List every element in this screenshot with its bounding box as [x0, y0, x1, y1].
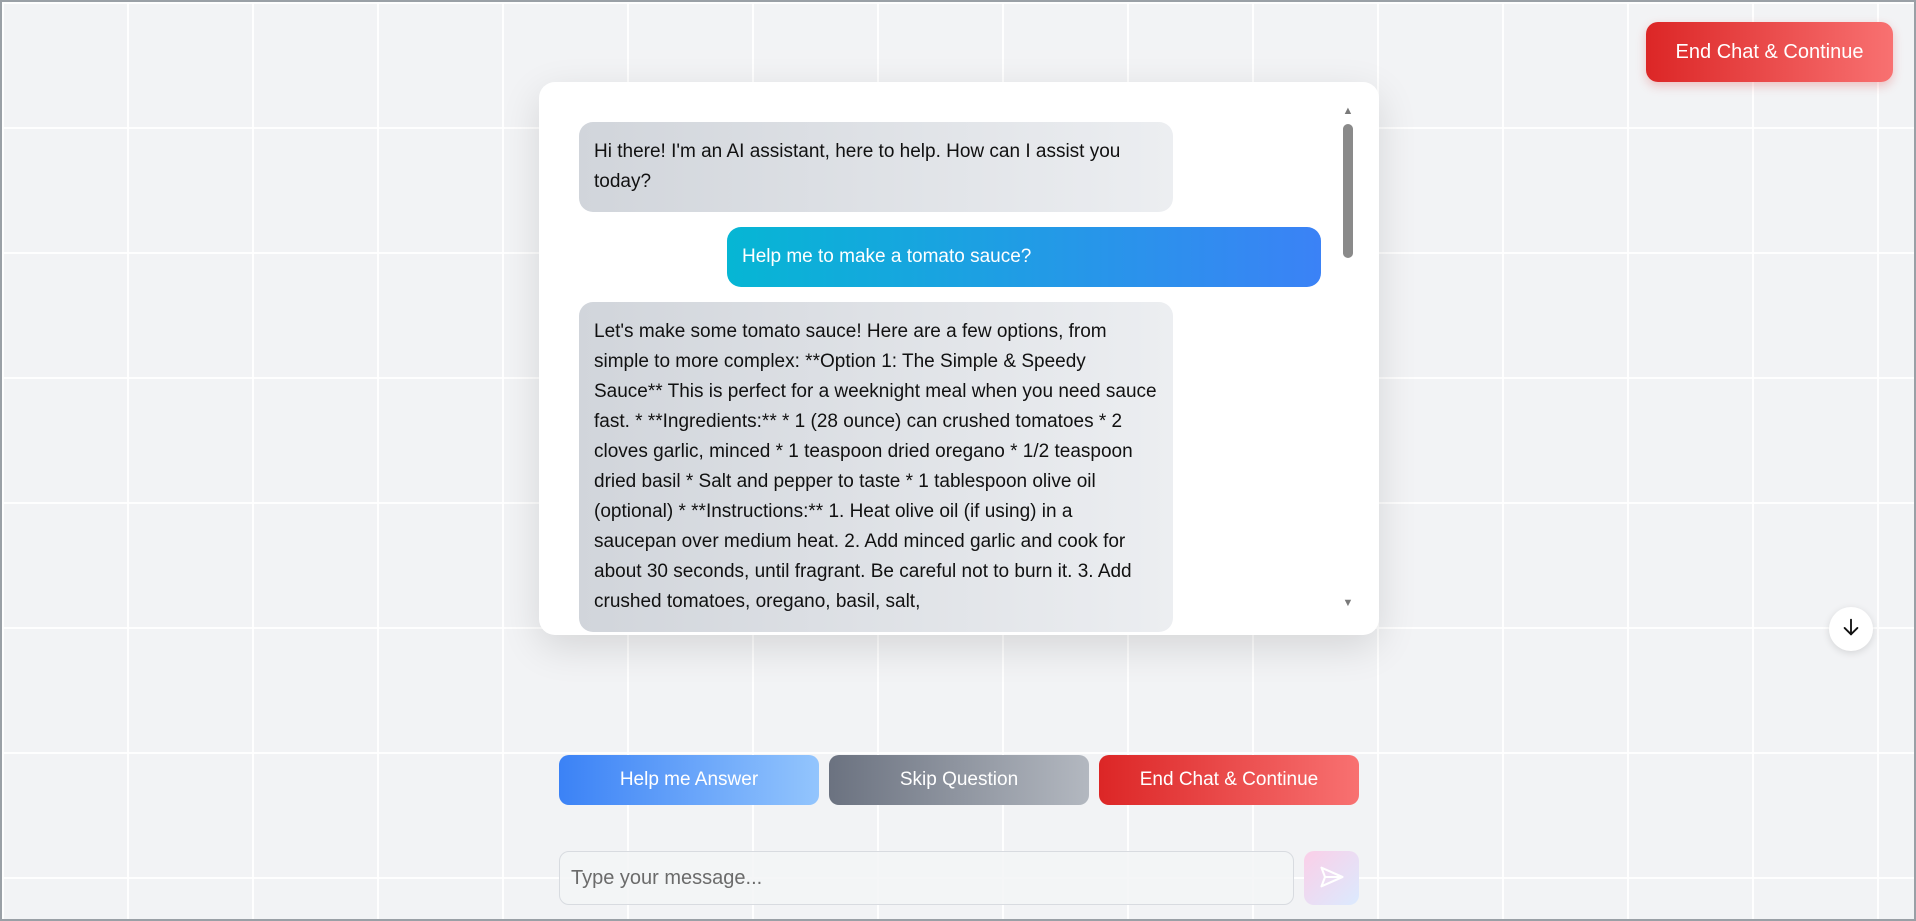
chat-scrollbar[interactable]: ▲ ▼: [1341, 102, 1355, 609]
scrollbar-thumb[interactable]: [1343, 124, 1353, 258]
scroll-to-bottom-button[interactable]: [1829, 607, 1873, 651]
help-me-answer-button[interactable]: Help me Answer: [559, 755, 819, 805]
scroll-down-arrow-icon[interactable]: ▼: [1341, 596, 1355, 610]
assistant-message: Let's make some tomato sauce! Here are a…: [579, 302, 1173, 632]
action-buttons: Help me Answer Skip Question End Chat & …: [559, 755, 1359, 805]
assistant-message: Hi there! I'm an AI assistant, here to h…: [579, 122, 1173, 212]
send-icon: [1318, 863, 1346, 894]
chat-window: Hi there! I'm an AI assistant, here to h…: [539, 82, 1379, 635]
send-button[interactable]: [1304, 851, 1359, 905]
skip-question-button[interactable]: Skip Question: [829, 755, 1089, 805]
message-composer: [559, 851, 1359, 905]
user-message: Help me to make a tomato sauce?: [727, 227, 1321, 287]
end-chat-button-top[interactable]: End Chat & Continue: [1646, 22, 1893, 82]
message-list[interactable]: Hi there! I'm an AI assistant, here to h…: [579, 122, 1339, 635]
message-input[interactable]: [559, 851, 1294, 905]
end-chat-button[interactable]: End Chat & Continue: [1099, 755, 1359, 805]
scroll-up-arrow-icon[interactable]: ▲: [1341, 104, 1355, 118]
arrow-down-icon: [1840, 616, 1862, 643]
